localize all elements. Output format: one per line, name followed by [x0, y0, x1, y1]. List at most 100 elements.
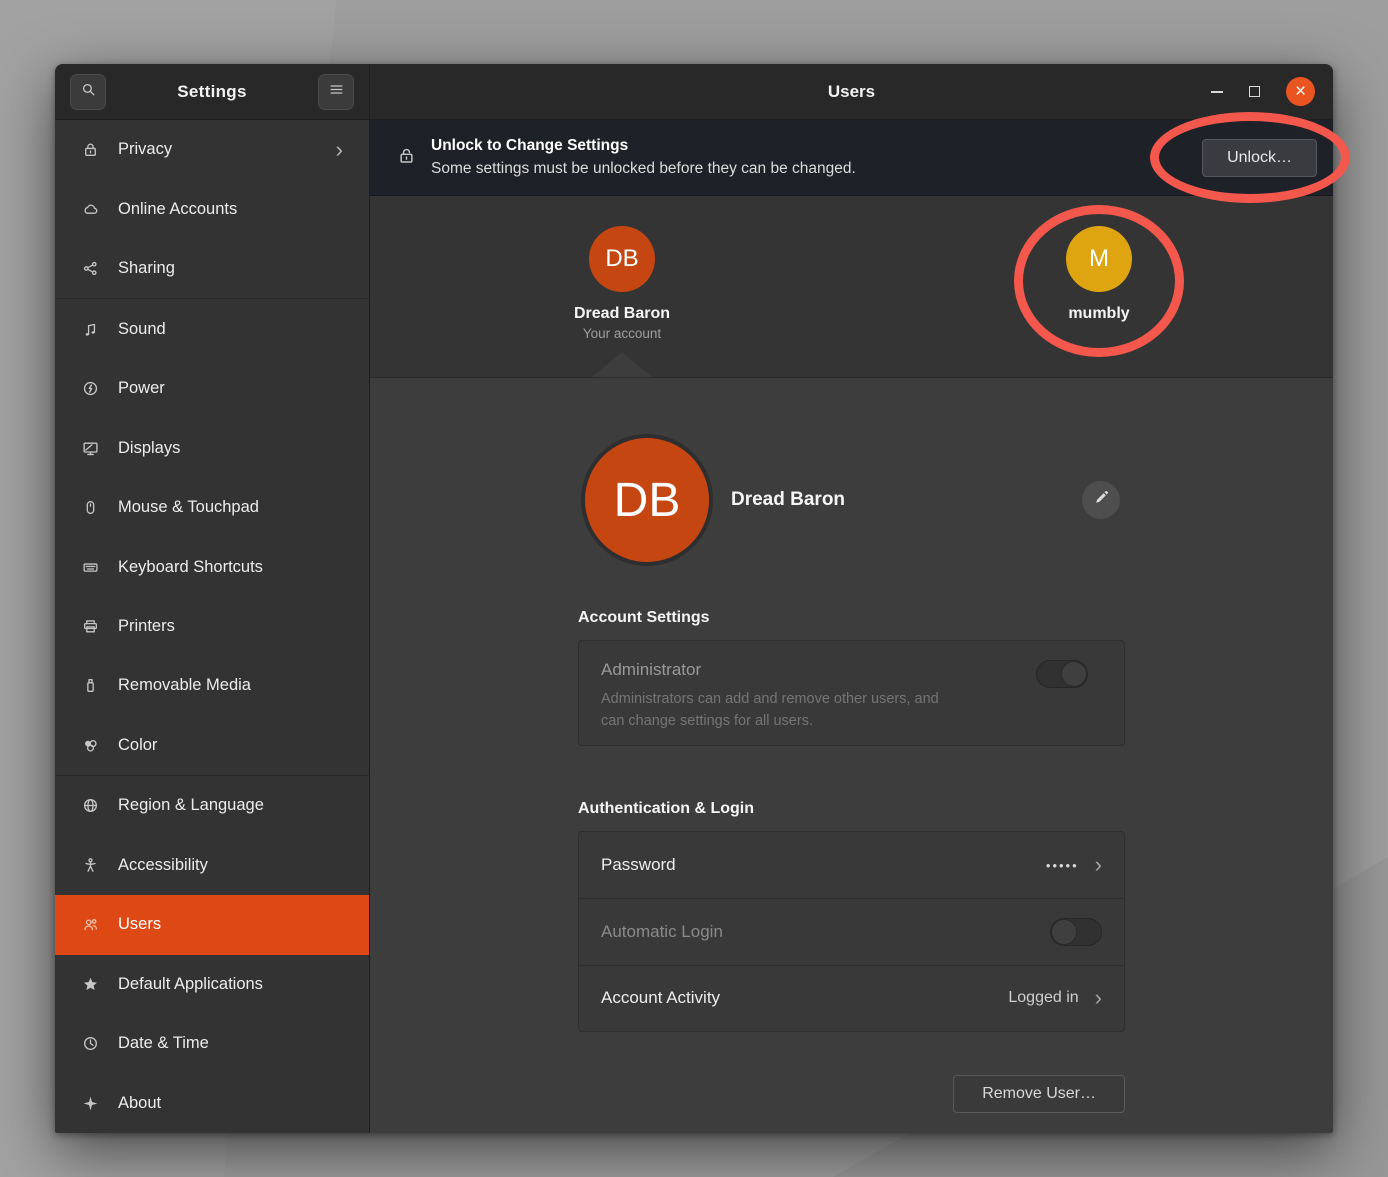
password-value: •••••	[1046, 858, 1079, 873]
globe-icon	[80, 796, 100, 816]
search-icon	[80, 81, 97, 103]
cloud-icon	[80, 199, 100, 219]
close-icon[interactable]: ×	[1286, 77, 1315, 106]
hamburger-icon	[328, 81, 345, 103]
unlock-banner: Unlock to Change Settings Some settings …	[370, 120, 1333, 196]
password-row[interactable]: Password ••••• ›	[579, 832, 1124, 898]
sidebar-item-label: Default Applications	[118, 975, 263, 994]
sidebar-item-accessibility[interactable]: Accessibility	[55, 836, 369, 895]
page-title: Users	[370, 82, 1333, 102]
sidebar-item-sharing[interactable]: Sharing	[55, 239, 369, 298]
usb-drive-icon	[80, 676, 100, 696]
desktop: Settings Privacy ›	[0, 0, 1388, 1177]
sidebar-item-printers[interactable]: Printers	[55, 597, 369, 656]
section-heading-account-settings: Account Settings	[578, 609, 1125, 627]
sidebar-item-color[interactable]: Color	[55, 716, 369, 775]
clock-icon	[80, 1034, 100, 1054]
mouse-icon	[80, 498, 100, 518]
minimize-icon[interactable]	[1211, 91, 1223, 93]
account-activity-row[interactable]: Account Activity Logged in ›	[579, 965, 1124, 1031]
sidebar-item-label: Color	[118, 736, 157, 755]
sidebar-item-sound[interactable]: Sound	[55, 299, 369, 358]
window-controls: ×	[1211, 77, 1333, 106]
sidebar-item-label: Displays	[118, 439, 180, 458]
settings-window: Settings Privacy ›	[55, 64, 1333, 1133]
avatar[interactable]: DB	[585, 438, 709, 562]
sidebar-item-label: Sharing	[118, 259, 175, 278]
sidebar-item-label: Accessibility	[118, 856, 208, 875]
sidebar-item-privacy[interactable]: Privacy ›	[55, 120, 369, 179]
sidebar-item-label: Power	[118, 379, 165, 398]
edit-name-button[interactable]	[1082, 481, 1120, 519]
chevron-right-icon: ›	[336, 139, 343, 161]
sidebar-item-power[interactable]: Power	[55, 359, 369, 418]
main-panel: Users × Unlock to Change Settings Some s…	[370, 64, 1333, 1133]
chevron-right-icon: ›	[1095, 854, 1102, 876]
remove-user-button[interactable]: Remove User…	[953, 1075, 1125, 1113]
sidebar-item-users[interactable]: Users	[55, 895, 369, 954]
administrator-toggle[interactable]	[1036, 660, 1088, 688]
automatic-login-row: Automatic Login	[579, 898, 1124, 964]
sidebar-item-label: Printers	[118, 617, 175, 636]
account-activity-label: Account Activity	[601, 988, 720, 1008]
automatic-login-label: Automatic Login	[601, 922, 723, 942]
sidebar-item-label: Users	[118, 915, 161, 934]
lock-icon	[80, 140, 100, 160]
administrator-label: Administrator	[601, 660, 1102, 680]
sidebar-list: Privacy › Online Accounts Sharing	[55, 120, 369, 1133]
sidebar-item-label: About	[118, 1094, 161, 1113]
sidebar-item-online-accounts[interactable]: Online Accounts	[55, 179, 369, 238]
sidebar-item-label: Region & Language	[118, 796, 264, 815]
sparkle-icon	[80, 1093, 100, 1113]
maximize-icon[interactable]	[1249, 86, 1260, 97]
sidebar-item-displays[interactable]: Displays	[55, 418, 369, 477]
sidebar: Settings Privacy ›	[55, 64, 370, 1133]
display-icon	[80, 438, 100, 458]
sidebar-item-removable-media[interactable]: Removable Media	[55, 656, 369, 715]
lock-icon	[397, 146, 417, 170]
avatar: M	[1066, 226, 1132, 292]
authentication-card: Password ••••• › Automatic Login	[578, 831, 1125, 1032]
sidebar-item-label: Keyboard Shortcuts	[118, 558, 263, 577]
toggle-knob	[1051, 919, 1077, 945]
banner-text: Unlock to Change Settings Some settings …	[431, 135, 856, 180]
section-heading-authentication-login: Authentication & Login	[578, 800, 1125, 818]
automatic-login-toggle[interactable]	[1050, 918, 1102, 946]
carousel-user-mumbly[interactable]: M mumbly	[1019, 226, 1179, 323]
accessibility-icon	[80, 855, 100, 875]
sidebar-item-label: Removable Media	[118, 676, 251, 695]
star-icon	[80, 974, 100, 994]
chevron-right-icon: ›	[1095, 987, 1102, 1009]
pen-icon	[1093, 490, 1109, 511]
banner-subtitle: Some settings must be unlocked before th…	[431, 158, 856, 180]
user-name: Dread Baron	[574, 305, 670, 323]
account-activity-value: Logged in	[1008, 989, 1078, 1007]
share-icon	[80, 259, 100, 279]
sidebar-item-about[interactable]: About	[55, 1074, 369, 1133]
sidebar-item-keyboard-shortcuts[interactable]: Keyboard Shortcuts	[55, 537, 369, 596]
carousel-user-dread-baron[interactable]: DB Dread Baron Your account	[542, 226, 702, 341]
sidebar-item-label: Online Accounts	[118, 200, 237, 219]
banner-title: Unlock to Change Settings	[431, 135, 856, 157]
menu-button[interactable]	[318, 74, 354, 110]
sidebar-item-region-language[interactable]: Region & Language	[55, 776, 369, 835]
unlock-button[interactable]: Unlock…	[1202, 139, 1317, 177]
music-note-icon	[80, 319, 100, 339]
password-label: Password	[601, 855, 676, 875]
administrator-description: Administrators can add and remove other …	[601, 689, 1102, 733]
user-details: DB Dread Baron Account Settings Administ…	[370, 378, 1333, 1133]
selected-user-pointer	[592, 352, 652, 377]
user-name: mumbly	[1068, 305, 1129, 323]
avatar: DB	[589, 226, 655, 292]
sidebar-header: Settings	[55, 64, 369, 120]
profile-name: Dread Baron	[731, 489, 845, 511]
user-carousel: DB Dread Baron Your account M mumbly	[370, 196, 1333, 378]
main-headerbar: Users ×	[370, 64, 1333, 120]
sidebar-item-label: Privacy	[118, 140, 172, 159]
sidebar-item-label: Mouse & Touchpad	[118, 498, 259, 517]
sidebar-item-date-time[interactable]: Date & Time	[55, 1014, 369, 1073]
user-subtitle: Your account	[583, 326, 661, 341]
search-button[interactable]	[70, 74, 106, 110]
sidebar-item-mouse-touchpad[interactable]: Mouse & Touchpad	[55, 478, 369, 537]
sidebar-item-default-applications[interactable]: Default Applications	[55, 955, 369, 1014]
